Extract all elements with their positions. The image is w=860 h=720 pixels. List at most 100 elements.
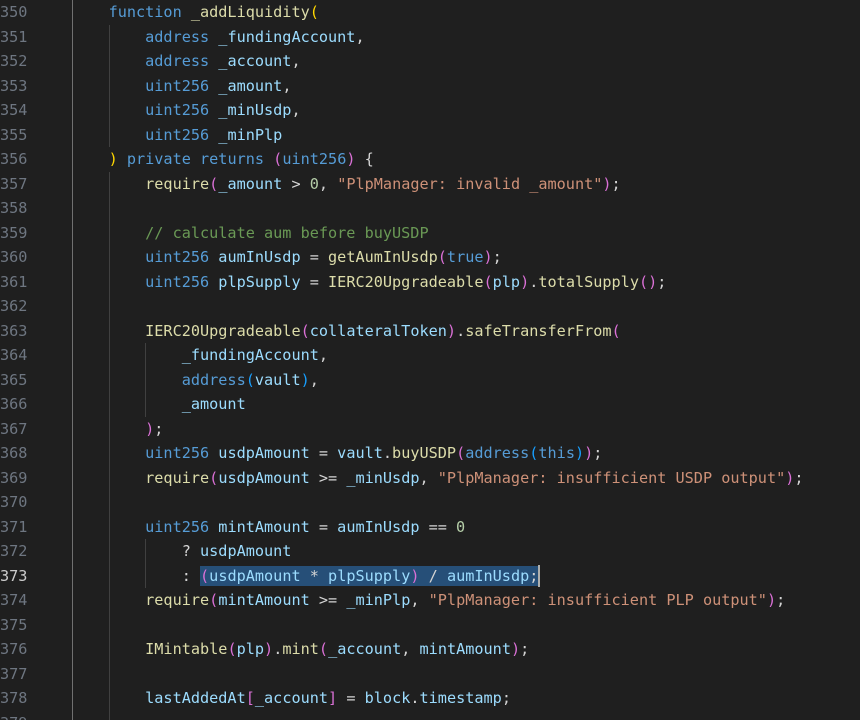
code-editor[interactable]: 350 function _addLiquidity(351 address _fu…: [0, 0, 860, 720]
code-token: ): [108, 150, 127, 168]
line-number: 378: [0, 689, 28, 707]
code-line[interactable]: 360 uint256 aumInUsdp = getAumInUsdp(true…: [0, 245, 860, 270]
code-text[interactable]: );: [145, 417, 163, 442]
code-line[interactable]: 370: [0, 490, 860, 515]
indent-guide: [72, 490, 73, 515]
code-token: ;: [529, 566, 539, 585]
code-text[interactable]: IERC20Upgradeable(collateralToken).safeT…: [145, 319, 621, 344]
code-line[interactable]: 364 _fundingAccount,: [0, 343, 860, 368]
code-text[interactable]: ) private returns (uint256) {: [109, 147, 374, 172]
code-text[interactable]: require(mintAmount >= _minPlp, "PlpManag…: [145, 588, 785, 613]
indent-guide: [108, 294, 110, 319]
code-token: =: [337, 689, 365, 707]
code-token: ,: [410, 591, 429, 609]
code-line[interactable]: 358: [0, 196, 860, 221]
code-line[interactable]: 369 require(usdpAmount >= _minUsdp, "PlpM…: [0, 465, 860, 491]
code-text[interactable]: IMintable(plp).mint(_account, mintAmount…: [145, 637, 529, 662]
indent-guide: [72, 612, 73, 637]
code-line[interactable]: 373 : (usdpAmount * plpSupply) / aumInUsd…: [0, 563, 860, 589]
code-text[interactable]: // calculate aum before buyUSDP: [145, 221, 428, 246]
code-text[interactable]: uint256 plpSupply = IERC20Upgradeable(pl…: [145, 270, 666, 295]
indent-guide: [108, 343, 110, 368]
indent-guide: [108, 416, 110, 441]
code-text[interactable]: : (usdpAmount * plpSupply) / aumInUsdp;: [182, 564, 539, 589]
code-line[interactable]: 375: [0, 612, 860, 637]
code-line[interactable]: 368 uint256 usdpAmount = vault.buyUSDP(ad…: [0, 441, 860, 466]
code-text[interactable]: uint256 mintAmount = aumInUsdp == 0: [145, 515, 465, 540]
code-token: usdpAmount: [209, 566, 301, 585]
code-token: aumInUsdp: [446, 566, 530, 585]
code-token: _account: [218, 52, 292, 70]
indent-guide: [72, 514, 73, 539]
line-number: 368: [0, 444, 28, 462]
indent-guide: [72, 343, 73, 368]
code-text[interactable]: _amount: [182, 392, 246, 417]
code-line[interactable]: 361 uint256 plpSupply = IERC20Upgradeable…: [0, 269, 860, 295]
code-token: (: [300, 321, 310, 340]
code-text[interactable]: uint256 aumInUsdp = getAumInUsdp(true);: [145, 245, 502, 270]
code-line[interactable]: 355 uint256 _minPlp: [0, 122, 860, 148]
code-text[interactable]: function _addLiquidity(: [109, 0, 319, 25]
code-line[interactable]: 365 address(vault),: [0, 367, 860, 393]
code-line[interactable]: 372? usdpAmount: [0, 539, 860, 564]
indent-guide: [72, 245, 73, 270]
code-line[interactable]: 378 lastAddedAt[_account] = block.timesta…: [0, 686, 860, 711]
code-text[interactable]: require(usdpAmount >= _minUsdp, "PlpMana…: [145, 466, 803, 491]
code-line[interactable]: 374 require(mintAmount >= _minPlp, "PlpMa…: [0, 588, 860, 613]
indent-guide: [108, 245, 110, 270]
code-line[interactable]: 362: [0, 294, 860, 319]
code-token: collateralToken: [309, 321, 447, 340]
code-line[interactable]: 371 uint256 mintAmount = aumInUsdp == 0: [0, 514, 860, 540]
code-token: (): [638, 272, 658, 291]
code-line[interactable]: 356) private returns (uint256) {: [0, 147, 860, 172]
code-line[interactable]: 376 IMintable(plp).mint(_account, mintAmo…: [0, 637, 860, 662]
indent-guide: [72, 637, 73, 662]
code-text[interactable]: lastAddedAt[_account] = block.timestamp;: [145, 686, 511, 711]
code-token: (: [209, 591, 219, 609]
code-token: this: [538, 444, 575, 462]
code-text[interactable]: uint256 _amount,: [145, 74, 291, 99]
code-text[interactable]: address _fundingAccount,: [145, 25, 364, 50]
code-token: =: [309, 444, 338, 462]
indent-guide: [108, 612, 110, 637]
code-text[interactable]: _fundingAccount,: [182, 343, 328, 368]
code-token: (: [227, 640, 237, 658]
code-text[interactable]: address(vault),: [182, 368, 319, 393]
line-number: 373: [0, 566, 28, 585]
code-line[interactable]: 363 IERC20Upgradeable(collateralToken).sa…: [0, 318, 860, 344]
code-token: buyUSDP: [392, 444, 457, 462]
indent-guide: [108, 196, 110, 221]
code-token: (: [437, 248, 447, 266]
code-token: address: [145, 52, 219, 70]
code-token: uint256: [145, 76, 219, 95]
code-line[interactable]: 377: [0, 661, 860, 686]
code-line[interactable]: 366 _amount: [0, 392, 860, 417]
code-text[interactable]: ? usdpAmount: [182, 539, 292, 564]
code-line[interactable]: 367);: [0, 416, 860, 442]
code-line[interactable]: 351 address _fundingAccount,: [0, 24, 860, 50]
indent-guide: [108, 539, 110, 564]
code-text[interactable]: uint256 _minPlp: [145, 123, 282, 148]
line-number: 376: [0, 640, 28, 658]
code-text[interactable]: require(_amount > 0, "PlpManager: invali…: [145, 172, 621, 197]
code-token: "PlpManager: invalid _amount": [337, 174, 603, 193]
code-line[interactable]: 357 require(_amount > 0, "PlpManager: inv…: [0, 171, 860, 197]
line-number: 362: [0, 297, 28, 315]
code-text[interactable]: address _account,: [145, 49, 300, 74]
indent-guide: [108, 220, 110, 245]
code-token: 0: [456, 517, 466, 536]
line-number: 355: [0, 125, 28, 144]
code-line[interactable]: 353 uint256 _amount,: [0, 73, 860, 99]
code-line[interactable]: 354 uint256 _minUsdp,: [0, 98, 860, 123]
line-number: 367: [0, 419, 28, 438]
code-line[interactable]: 379: [0, 710, 860, 720]
code-token: (: [245, 370, 255, 389]
code-token: lastAddedAt: [145, 689, 246, 707]
code-line[interactable]: 350 function _addLiquidity(: [0, 0, 860, 25]
code-text[interactable]: uint256 _minUsdp,: [145, 98, 300, 123]
code-token: (: [611, 321, 621, 340]
code-line[interactable]: 352 address _account,: [0, 49, 860, 74]
code-text[interactable]: uint256 usdpAmount = vault.buyUSDP(addre…: [145, 441, 602, 466]
code-line[interactable]: 359 // calculate aum before buyUSDP: [0, 220, 860, 246]
code-token: ==: [419, 517, 457, 536]
